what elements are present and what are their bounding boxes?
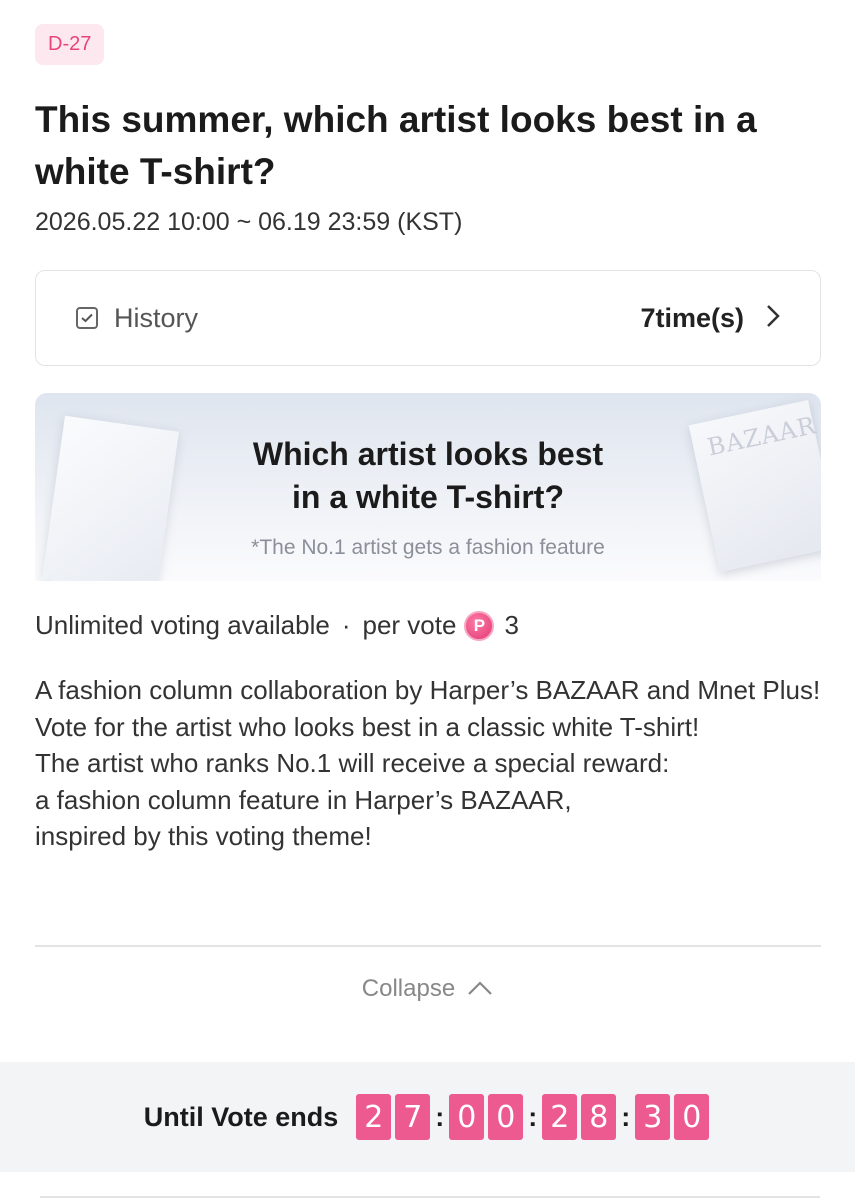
countdown-digit: 0 xyxy=(488,1094,524,1140)
description-line: The artist who ranks No.1 will receive a… xyxy=(35,748,670,778)
history-label: History xyxy=(114,302,199,333)
countdown-digit: 8 xyxy=(581,1094,617,1140)
countdown-digit: 2 xyxy=(356,1094,392,1140)
vote-cost: 3 xyxy=(504,610,519,640)
voting-info: Unlimited voting available · per vote P … xyxy=(35,610,519,641)
countdown-digit: 0 xyxy=(674,1094,710,1140)
event-description: A fashion column collaboration by Harper… xyxy=(35,672,835,855)
banner-subtitle: *The No.1 artist gets a fashion feature xyxy=(251,536,605,559)
chevron-right-icon xyxy=(766,304,780,333)
countdown-digit: 7 xyxy=(395,1094,431,1140)
divider xyxy=(35,945,821,947)
countdown-label: Until Vote ends xyxy=(143,1101,339,1132)
description-line: inspired by this voting theme! xyxy=(35,821,372,851)
d-day-badge: D-27 xyxy=(35,24,105,65)
collapse-button[interactable]: Collapse xyxy=(0,975,855,1003)
description-line: Vote for the artist who looks best in a … xyxy=(35,711,700,742)
separator-dot: · xyxy=(341,610,351,640)
countdown-colon: : xyxy=(528,1101,538,1132)
banner-title-line-1: Which artist looks best xyxy=(252,436,604,472)
divider xyxy=(40,1196,820,1198)
voting-availability: Unlimited voting available xyxy=(35,610,330,640)
countdown-colon: : xyxy=(621,1101,631,1132)
banner-title: Which artist looks best in a white T-shi… xyxy=(35,433,821,519)
point-coin-icon: P xyxy=(464,610,495,641)
page-title: This summer, which artist looks best in … xyxy=(35,99,757,192)
countdown-bar: Until Vote ends 2 7 : 0 0 : 2 8 : 3 0 xyxy=(0,1062,855,1172)
description-line: a fashion column feature in Harper’s BAZ… xyxy=(35,784,572,815)
description-line: A fashion column collaboration by Harper… xyxy=(35,675,821,705)
countdown-digit: 0 xyxy=(449,1094,485,1140)
checkbox-icon xyxy=(76,307,98,329)
collapse-label: Collapse xyxy=(361,975,456,1002)
chevron-up-icon xyxy=(455,975,493,1003)
banner-title-line-2: in a white T-shirt? xyxy=(291,479,564,515)
countdown-digit: 3 xyxy=(635,1094,671,1140)
vote-date-range: 2026.05.22 10:00 ~ 06.19 23:59 (KST) xyxy=(35,208,463,236)
countdown-colon: : xyxy=(435,1101,445,1132)
per-vote-label: per vote xyxy=(362,610,457,640)
event-banner: BAZAAR Which artist looks best in a whit… xyxy=(35,393,821,581)
countdown-digit: 2 xyxy=(542,1094,578,1140)
history-count: 7time(s) xyxy=(640,302,744,333)
history-button[interactable]: History 7time(s) xyxy=(35,270,821,366)
